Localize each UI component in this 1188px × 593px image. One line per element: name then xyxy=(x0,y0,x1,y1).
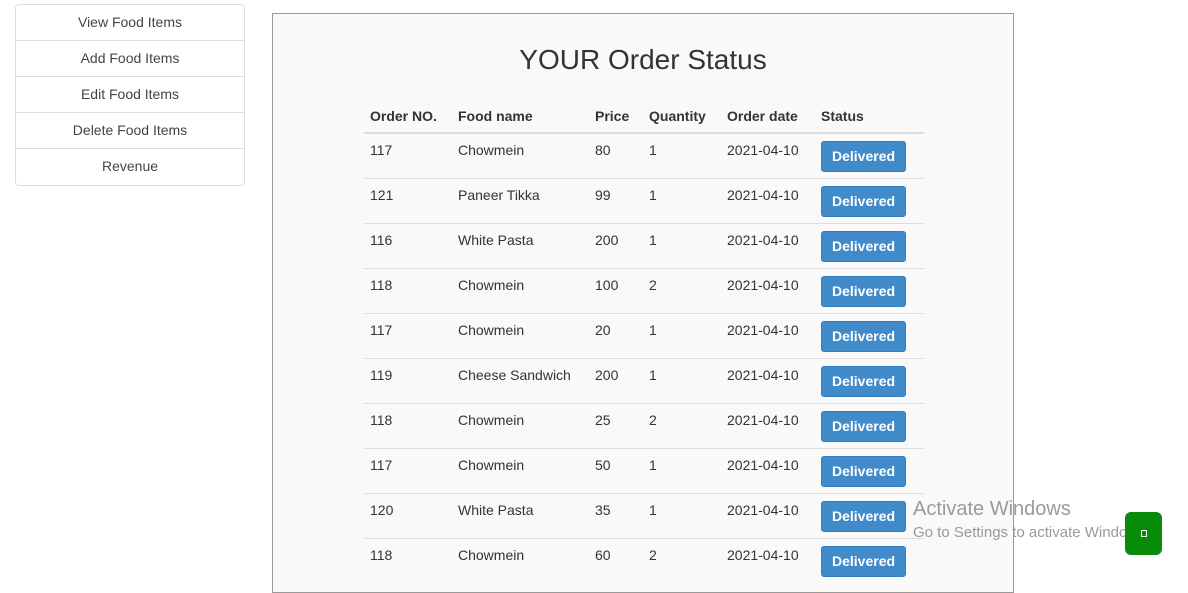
column-header-order-no: Order NO. xyxy=(364,102,452,134)
price-cell: 25 xyxy=(589,402,643,448)
quantity-cell: 2 xyxy=(643,537,721,583)
order-date-cell: 2021-04-10 xyxy=(721,312,815,358)
status-cell: Delivered xyxy=(815,177,924,223)
food-name-cell: Chowmein xyxy=(452,312,589,358)
status-cell: Delivered xyxy=(815,132,924,178)
price-cell: 60 xyxy=(589,537,643,583)
sidebar-item-add-food-items[interactable]: Add Food Items xyxy=(16,41,244,77)
food-name-cell: Chowmein xyxy=(452,447,589,493)
status-cell: Delivered xyxy=(815,447,924,493)
status-cell: Delivered xyxy=(815,357,924,403)
order-status-panel: YOUR Order Status Order NO. Food name Pr… xyxy=(272,13,1014,593)
quantity-cell: 1 xyxy=(643,177,721,223)
sidebar-item-view-food-items[interactable]: View Food Items xyxy=(16,5,244,41)
sidebar-item-revenue[interactable]: Revenue xyxy=(16,149,244,185)
status-cell: Delivered xyxy=(815,537,924,583)
order-date-cell: 2021-04-10 xyxy=(721,492,815,538)
quantity-cell: 2 xyxy=(643,402,721,448)
price-cell: 100 xyxy=(589,267,643,313)
table-header-row: Order NO. Food name Price Quantity Order… xyxy=(364,102,924,134)
order-no-cell: 117 xyxy=(364,447,452,493)
status-button[interactable]: Delivered xyxy=(821,455,907,487)
price-cell: 80 xyxy=(589,132,643,178)
table-row: 119 Cheese Sandwich 200 1 2021-04-10 Del… xyxy=(364,357,924,403)
order-no-cell: 118 xyxy=(364,537,452,583)
status-button[interactable]: Delivered xyxy=(821,410,907,442)
order-date-cell: 2021-04-10 xyxy=(721,537,815,583)
quantity-cell: 2 xyxy=(643,267,721,313)
status-cell: Delivered xyxy=(815,222,924,268)
column-header-status: Status xyxy=(815,102,924,134)
order-no-cell: 118 xyxy=(364,267,452,313)
status-button[interactable]: Delivered xyxy=(821,185,907,217)
food-name-cell: Paneer Tikka xyxy=(452,177,589,223)
quantity-cell: 1 xyxy=(643,222,721,268)
table-row: 117 Chowmein 20 1 2021-04-10 Delivered xyxy=(364,312,924,358)
order-no-cell: 117 xyxy=(364,132,452,178)
quantity-cell: 1 xyxy=(643,357,721,403)
food-name-cell: Chowmein xyxy=(452,402,589,448)
order-date-cell: 2021-04-10 xyxy=(721,447,815,493)
order-date-cell: 2021-04-10 xyxy=(721,177,815,223)
status-cell: Delivered xyxy=(815,402,924,448)
order-no-cell: 121 xyxy=(364,177,452,223)
status-button[interactable]: Delivered xyxy=(821,500,907,532)
price-cell: 200 xyxy=(589,222,643,268)
status-button[interactable]: Delivered xyxy=(821,365,907,397)
quantity-cell: 1 xyxy=(643,447,721,493)
table-row: 118 Chowmein 100 2 2021-04-10 Delivered xyxy=(364,267,924,313)
order-no-cell: 118 xyxy=(364,402,452,448)
table-row: 118 Chowmein 60 2 2021-04-10 Delivered xyxy=(364,537,924,583)
table-row: 120 White Pasta 35 1 2021-04-10 Delivere… xyxy=(364,492,924,538)
column-header-food-name: Food name xyxy=(452,102,589,134)
status-button[interactable]: Delivered xyxy=(821,320,907,352)
order-no-cell: 116 xyxy=(364,222,452,268)
sidebar-item-edit-food-items[interactable]: Edit Food Items xyxy=(16,77,244,113)
order-date-cell: 2021-04-10 xyxy=(721,267,815,313)
status-cell: Delivered xyxy=(815,312,924,358)
order-date-cell: 2021-04-10 xyxy=(721,402,815,448)
status-button[interactable]: Delivered xyxy=(821,275,907,307)
column-header-order-date: Order date xyxy=(721,102,815,134)
food-name-cell: Chowmein xyxy=(452,267,589,313)
food-name-cell: White Pasta xyxy=(452,492,589,538)
status-button[interactable]: Delivered xyxy=(821,141,907,172)
price-cell: 50 xyxy=(589,447,643,493)
price-cell: 35 xyxy=(589,492,643,538)
table-row: 118 Chowmein 25 2 2021-04-10 Delivered xyxy=(364,402,924,448)
status-button[interactable]: Delivered xyxy=(821,545,907,577)
price-cell: 200 xyxy=(589,357,643,403)
column-header-price: Price xyxy=(589,102,643,134)
price-cell: 99 xyxy=(589,177,643,223)
table-row: 117 Chowmein 80 1 2021-04-10 Delivered xyxy=(364,132,924,178)
food-name-cell: White Pasta xyxy=(452,222,589,268)
status-cell: Delivered xyxy=(815,267,924,313)
quantity-cell: 1 xyxy=(643,312,721,358)
price-cell: 20 xyxy=(589,312,643,358)
order-no-cell: 117 xyxy=(364,312,452,358)
chat-icon xyxy=(1140,530,1147,537)
page-title: YOUR Order Status xyxy=(519,44,767,75)
quantity-cell: 1 xyxy=(643,132,721,178)
order-date-cell: 2021-04-10 xyxy=(721,357,815,403)
table-row: 117 Chowmein 50 1 2021-04-10 Delivered xyxy=(364,447,924,493)
food-name-cell: Chowmein xyxy=(452,132,589,178)
order-no-cell: 120 xyxy=(364,492,452,538)
status-button[interactable]: Delivered xyxy=(821,230,907,262)
status-cell: Delivered xyxy=(815,492,924,538)
order-no-cell: 119 xyxy=(364,357,452,403)
food-name-cell: Chowmein xyxy=(452,537,589,583)
quantity-cell: 1 xyxy=(643,492,721,538)
sidebar-menu: View Food Items Add Food Items Edit Food… xyxy=(15,4,245,186)
food-name-cell: Cheese Sandwich xyxy=(452,357,589,403)
orders-table: Order NO. Food name Price Quantity Order… xyxy=(364,102,924,583)
table-row: 121 Paneer Tikka 99 1 2021-04-10 Deliver… xyxy=(364,177,924,223)
table-row: 116 White Pasta 200 1 2021-04-10 Deliver… xyxy=(364,222,924,268)
order-date-cell: 2021-04-10 xyxy=(721,222,815,268)
column-header-quantity: Quantity xyxy=(643,102,721,134)
chat-button[interactable] xyxy=(1125,512,1162,555)
sidebar-item-delete-food-items[interactable]: Delete Food Items xyxy=(16,113,244,149)
order-date-cell: 2021-04-10 xyxy=(721,132,815,178)
